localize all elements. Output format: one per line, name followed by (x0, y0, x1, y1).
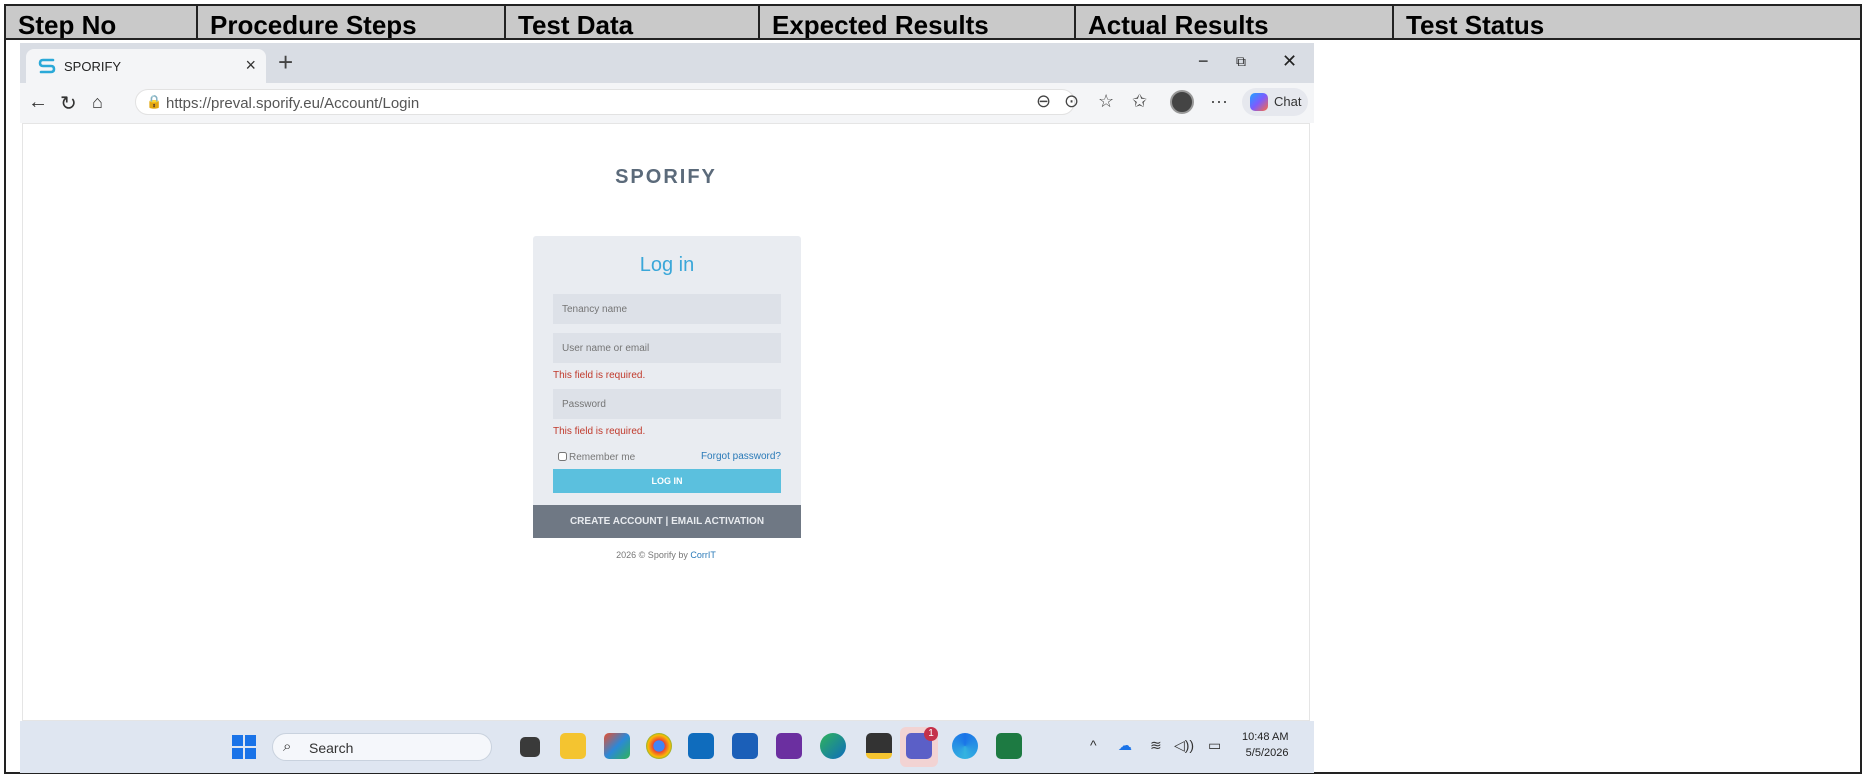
taskbar-search[interactable]: ⌕ Search (272, 733, 492, 761)
search-label: Search (309, 740, 354, 756)
onedrive-icon[interactable]: ☁ (1118, 737, 1132, 754)
copyright-text: 2026 © Sporify by CorrIT (23, 550, 1309, 560)
more-options-icon[interactable]: ··· (1210, 91, 1228, 112)
wifi-icon[interactable]: ≋ (1150, 737, 1162, 754)
task-view-icon[interactable] (520, 737, 540, 757)
password-input[interactable] (553, 389, 781, 419)
more-reading-icon[interactable]: ⊙ (1064, 91, 1079, 112)
restore-icon[interactable]: ⧉ (1236, 53, 1246, 70)
chat-label: Chat (1274, 94, 1302, 109)
url-text: https://preval.sporify.eu/Account/Login (166, 95, 420, 112)
home-icon[interactable]: ⌂ (92, 92, 103, 113)
office-icon[interactable] (604, 733, 630, 759)
tab-title: SPORIFY (64, 59, 122, 74)
sporify-favicon-icon (38, 58, 56, 74)
clock-time: 10:48 AM (1242, 731, 1289, 743)
volume-icon[interactable]: ◁)) (1174, 737, 1194, 754)
battery-icon[interactable]: ▭ (1208, 737, 1221, 754)
teams-notification-badge: 1 (924, 727, 938, 741)
zoom-out-icon[interactable]: ⊖ (1036, 91, 1051, 112)
username-input[interactable] (553, 333, 781, 363)
copilot-chat-button[interactable]: Chat (1242, 88, 1308, 116)
minimize-icon[interactable]: − (1198, 51, 1209, 72)
web-page-content: SPORIFY Log in This field is required. T… (22, 123, 1310, 721)
tab-close-icon[interactable]: × (245, 55, 256, 76)
new-tab-icon[interactable]: + (278, 47, 293, 78)
remember-me-label: Remember me (569, 452, 636, 463)
show-hidden-icons-icon[interactable]: ^ (1090, 737, 1097, 753)
browser-tab[interactable]: SPORIFY × (26, 49, 266, 83)
corrit-link[interactable]: CorrIT (690, 550, 716, 560)
header-test-data: Test Data (506, 6, 760, 38)
store-icon[interactable] (732, 733, 758, 759)
browser-screenshot: SPORIFY × + − ⧉ ✕ ← ↻ ⌂ 🔒 https://preval… (20, 43, 1314, 773)
lock-icon: 🔒 (146, 94, 163, 109)
tenancy-name-input[interactable] (553, 294, 781, 324)
header-expected-results: Expected Results (760, 6, 1076, 38)
url-field[interactable]: 🔒 https://preval.sporify.eu/Account/Logi… (135, 89, 1075, 115)
favorites-list-icon[interactable]: ✩ (1132, 91, 1147, 112)
login-button[interactable]: LOG IN (553, 469, 781, 493)
tenancy-name-field[interactable] (553, 294, 781, 324)
header-procedure-steps: Procedure Steps (198, 6, 506, 38)
password-field[interactable] (553, 389, 781, 419)
create-account-footer[interactable]: CREATE ACCOUNT | EMAIL ACTIVATION (533, 505, 801, 538)
remember-me[interactable]: Remember me (558, 452, 635, 463)
windows-taskbar: ⌕ Search 1 ^ ☁ ≋ ◁)) ▭ 10:48 AM 5/5/2026 (20, 721, 1314, 773)
search-icon: ⌕ (283, 738, 292, 755)
ide-icon[interactable] (776, 733, 802, 759)
favorite-star-icon[interactable]: ☆ (1098, 91, 1114, 112)
copyright-prefix: 2026 © Sporify by (616, 550, 691, 560)
windows-start-icon[interactable] (232, 735, 256, 759)
taskbar-clock[interactable]: 10:48 AM 5/5/2026 (1242, 729, 1288, 761)
address-bar-row: ← ↻ ⌂ 🔒 https://preval.sporify.eu/Accoun… (20, 83, 1314, 123)
excel-icon[interactable] (996, 733, 1022, 759)
header-actual-results: Actual Results (1076, 6, 1394, 38)
browser-tab-bar: SPORIFY × + − ⧉ ✕ (20, 43, 1314, 83)
chrome-icon[interactable] (646, 733, 672, 759)
header-step-no: Step No (6, 6, 198, 38)
header-test-status: Test Status (1406, 10, 1545, 38)
profile-avatar[interactable] (1170, 90, 1194, 114)
login-card: Log in This field is required. This fiel… (533, 236, 801, 538)
back-arrow-icon[interactable]: ← (28, 91, 48, 114)
close-window-icon[interactable]: ✕ (1282, 51, 1297, 72)
login-title: Log in (639, 254, 695, 276)
clock-date: 5/5/2026 (1245, 747, 1289, 759)
sticky-notes-icon[interactable] (866, 733, 892, 759)
copilot-icon (1250, 93, 1268, 111)
password-error: This field is required. (553, 426, 646, 437)
username-error: This field is required. (553, 370, 646, 381)
username-field[interactable] (553, 333, 781, 363)
forgot-password-link[interactable]: Forgot password? (701, 451, 781, 462)
remember-me-checkbox[interactable] (558, 452, 567, 461)
edge-icon[interactable] (820, 733, 846, 759)
file-explorer-icon[interactable] (560, 733, 586, 759)
outlook-icon[interactable] (688, 733, 714, 759)
sync-app-icon[interactable] (952, 733, 978, 759)
sporify-logo: SPORIFY (615, 166, 717, 188)
refresh-icon[interactable]: ↻ (60, 91, 77, 116)
test-table-header: Step No Procedure Steps Test Data Expect… (4, 4, 1862, 40)
